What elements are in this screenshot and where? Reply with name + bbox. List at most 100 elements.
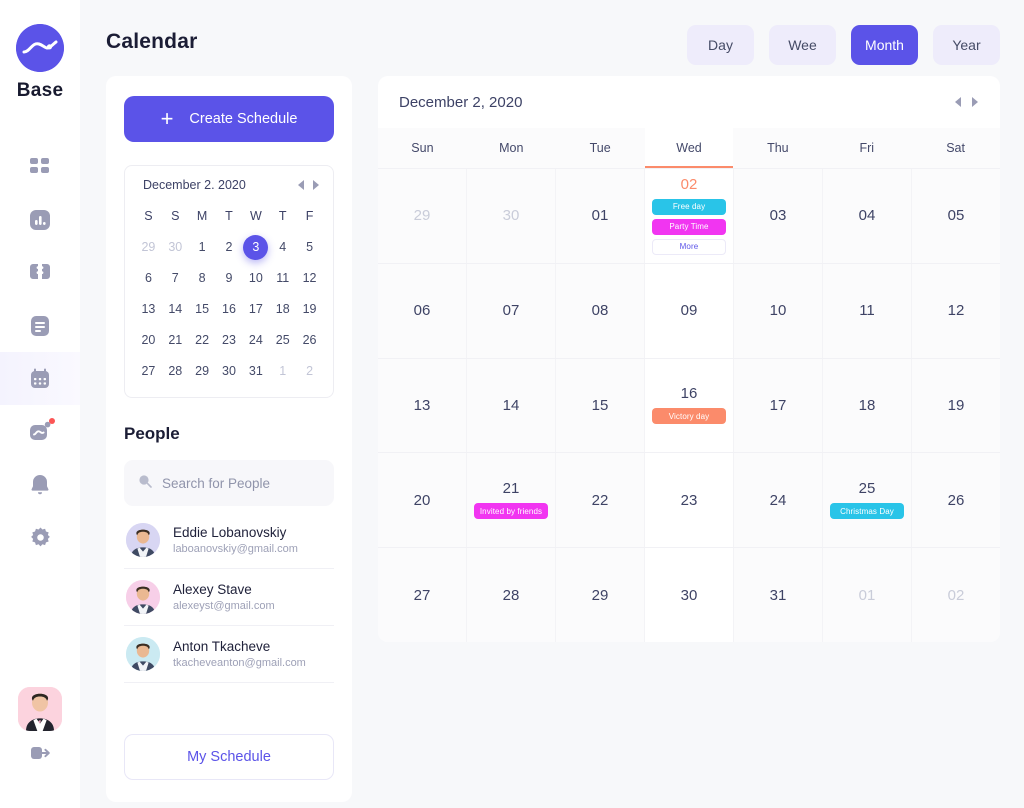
mini-calendar-day[interactable]: 30 — [162, 233, 189, 261]
list-item[interactable]: Alexey Stave alexeyst@gmail.com — [124, 569, 334, 626]
event-badge[interactable]: Christmas Day — [830, 503, 904, 520]
calendar-day-cell[interactable]: 30 — [645, 548, 734, 642]
event-badge[interactable]: Free day — [652, 198, 726, 215]
sidebar-item-settings[interactable] — [0, 511, 80, 564]
mini-calendar-day[interactable]: 29 — [135, 233, 162, 261]
sidebar-item-documents[interactable] — [0, 299, 80, 352]
calendar-day-cell[interactable]: 27 — [378, 548, 467, 642]
mini-calendar-day[interactable]: 9 — [216, 264, 243, 292]
calendar-day-cell[interactable]: 14 — [467, 358, 556, 453]
calendar-day-cell[interactable]: 05 — [912, 169, 1000, 263]
mini-calendar-day[interactable]: 7 — [162, 264, 189, 292]
calendar-day-cell[interactable]: 16 Victory day — [645, 358, 734, 453]
calendar-day-cell[interactable]: 21 Invited by friends — [467, 453, 556, 548]
mini-calendar-day[interactable]: 22 — [189, 326, 216, 354]
calendar-day-cell[interactable]: 25 Christmas Day — [823, 453, 912, 548]
calendar-day-cell[interactable]: 02 Free day Party Time More — [645, 169, 734, 263]
calendar-day-cell[interactable]: 06 — [378, 263, 467, 358]
mini-calendar-day[interactable]: 4 — [269, 233, 296, 261]
mini-calendar-day[interactable]: 30 — [216, 357, 243, 385]
sidebar-item-calendar[interactable] — [0, 352, 80, 405]
mini-calendar-day[interactable]: 31 — [242, 357, 269, 385]
calendar-day-cell[interactable]: 04 — [823, 169, 912, 263]
mini-calendar-day[interactable]: 2 — [216, 233, 243, 261]
calendar-day-cell[interactable]: 10 — [734, 263, 823, 358]
avatar[interactable] — [18, 687, 62, 731]
tab-day[interactable]: Day — [687, 25, 754, 65]
calendar-day-cell[interactable]: 20 — [378, 453, 467, 548]
mini-calendar-day[interactable]: 15 — [189, 295, 216, 323]
calendar-day-cell[interactable]: 31 — [734, 548, 823, 642]
my-schedule-button[interactable]: My Schedule — [124, 734, 334, 780]
calendar-day-cell[interactable]: 18 — [823, 358, 912, 453]
search-people-box[interactable] — [124, 460, 334, 506]
mini-calendar-day[interactable]: 10 — [242, 264, 269, 292]
mini-calendar-day[interactable]: 27 — [135, 357, 162, 385]
mini-calendar-day[interactable]: 14 — [162, 295, 189, 323]
mini-calendar-day[interactable]: 8 — [189, 264, 216, 292]
mini-calendar-day[interactable]: 13 — [135, 295, 162, 323]
calendar-day-cell[interactable]: 29 — [378, 169, 467, 263]
sidebar-item-tickets[interactable] — [0, 246, 80, 299]
calendar-day-cell[interactable]: 29 — [556, 548, 645, 642]
mini-calendar-day[interactable]: 16 — [216, 295, 243, 323]
calendar-day-cell[interactable]: 09 — [645, 263, 734, 358]
mini-calendar-day[interactable]: 19 — [296, 295, 323, 323]
mini-calendar-day[interactable]: 17 — [242, 295, 269, 323]
mini-calendar-day[interactable]: 26 — [296, 326, 323, 354]
calendar-day-cell[interactable]: 11 — [823, 263, 912, 358]
tab-year[interactable]: Year — [933, 25, 1000, 65]
search-input[interactable] — [162, 475, 320, 491]
mini-calendar-day[interactable]: 1 — [189, 233, 216, 261]
sidebar-item-notifications[interactable] — [0, 458, 80, 511]
calendar-day-cell[interactable]: 03 — [734, 169, 823, 263]
list-item[interactable]: Eddie Lobanovskiy laboanovskiy@gmail.com — [124, 512, 334, 569]
mini-calendar-day[interactable]: 11 — [269, 264, 296, 292]
calendar-day-cell[interactable]: 30 — [467, 169, 556, 263]
mini-calendar-day[interactable]: 5 — [296, 233, 323, 261]
calendar-day-cell[interactable]: 07 — [467, 263, 556, 358]
event-badge[interactable]: Party Time — [652, 218, 726, 235]
logout-icon[interactable] — [29, 743, 51, 768]
calendar-day-cell[interactable]: 23 — [645, 453, 734, 548]
tab-month[interactable]: Month — [851, 25, 918, 65]
calendar-day-cell[interactable]: 19 — [912, 358, 1000, 453]
calendar-day-cell[interactable]: 24 — [734, 453, 823, 548]
mini-calendar-day[interactable]: 12 — [296, 264, 323, 292]
sidebar-item-analytics[interactable] — [0, 405, 80, 458]
triangle-right-icon[interactable] — [313, 180, 319, 190]
event-badge[interactable]: Invited by friends — [474, 503, 548, 520]
triangle-left-icon[interactable] — [955, 97, 961, 107]
mini-calendar-day[interactable]: 28 — [162, 357, 189, 385]
sidebar-item-dashboard[interactable] — [0, 140, 80, 193]
calendar-day-cell[interactable]: 08 — [556, 263, 645, 358]
calendar-day-cell[interactable]: 26 — [912, 453, 1000, 548]
mini-calendar-day[interactable]: 20 — [135, 326, 162, 354]
list-item[interactable]: Anton Tkacheve tkacheveanton@gmail.com — [124, 626, 334, 683]
mini-calendar-day[interactable]: 2 — [296, 357, 323, 385]
calendar-day-cell[interactable]: 01 — [556, 169, 645, 263]
calendar-day-cell[interactable]: 02 — [912, 548, 1000, 642]
mini-calendar-day[interactable]: 6 — [135, 264, 162, 292]
event-badge[interactable]: Victory day — [652, 408, 726, 425]
sidebar-item-statistics[interactable] — [0, 193, 80, 246]
calendar-day-cell[interactable]: 15 — [556, 358, 645, 453]
calendar-day-cell[interactable]: 01 — [823, 548, 912, 642]
mini-calendar-day[interactable]: 1 — [269, 357, 296, 385]
tab-week[interactable]: Wee — [769, 25, 836, 65]
calendar-day-cell[interactable]: 17 — [734, 358, 823, 453]
mini-calendar-day[interactable]: 3 — [242, 233, 269, 261]
calendar-day-cell[interactable]: 22 — [556, 453, 645, 548]
calendar-day-cell[interactable]: 28 — [467, 548, 556, 642]
triangle-right-icon[interactable] — [972, 97, 978, 107]
create-schedule-button[interactable]: + Create Schedule — [124, 96, 334, 142]
calendar-day-cell[interactable]: 13 — [378, 358, 467, 453]
calendar-day-cell[interactable]: 12 — [912, 263, 1000, 358]
mini-calendar-day[interactable]: 25 — [269, 326, 296, 354]
mini-calendar-day[interactable]: 29 — [189, 357, 216, 385]
more-events-button[interactable]: More — [652, 238, 726, 255]
mini-calendar-day[interactable]: 18 — [269, 295, 296, 323]
mini-calendar-day[interactable]: 24 — [242, 326, 269, 354]
triangle-left-icon[interactable] — [298, 180, 304, 190]
mini-calendar-day[interactable]: 23 — [216, 326, 243, 354]
